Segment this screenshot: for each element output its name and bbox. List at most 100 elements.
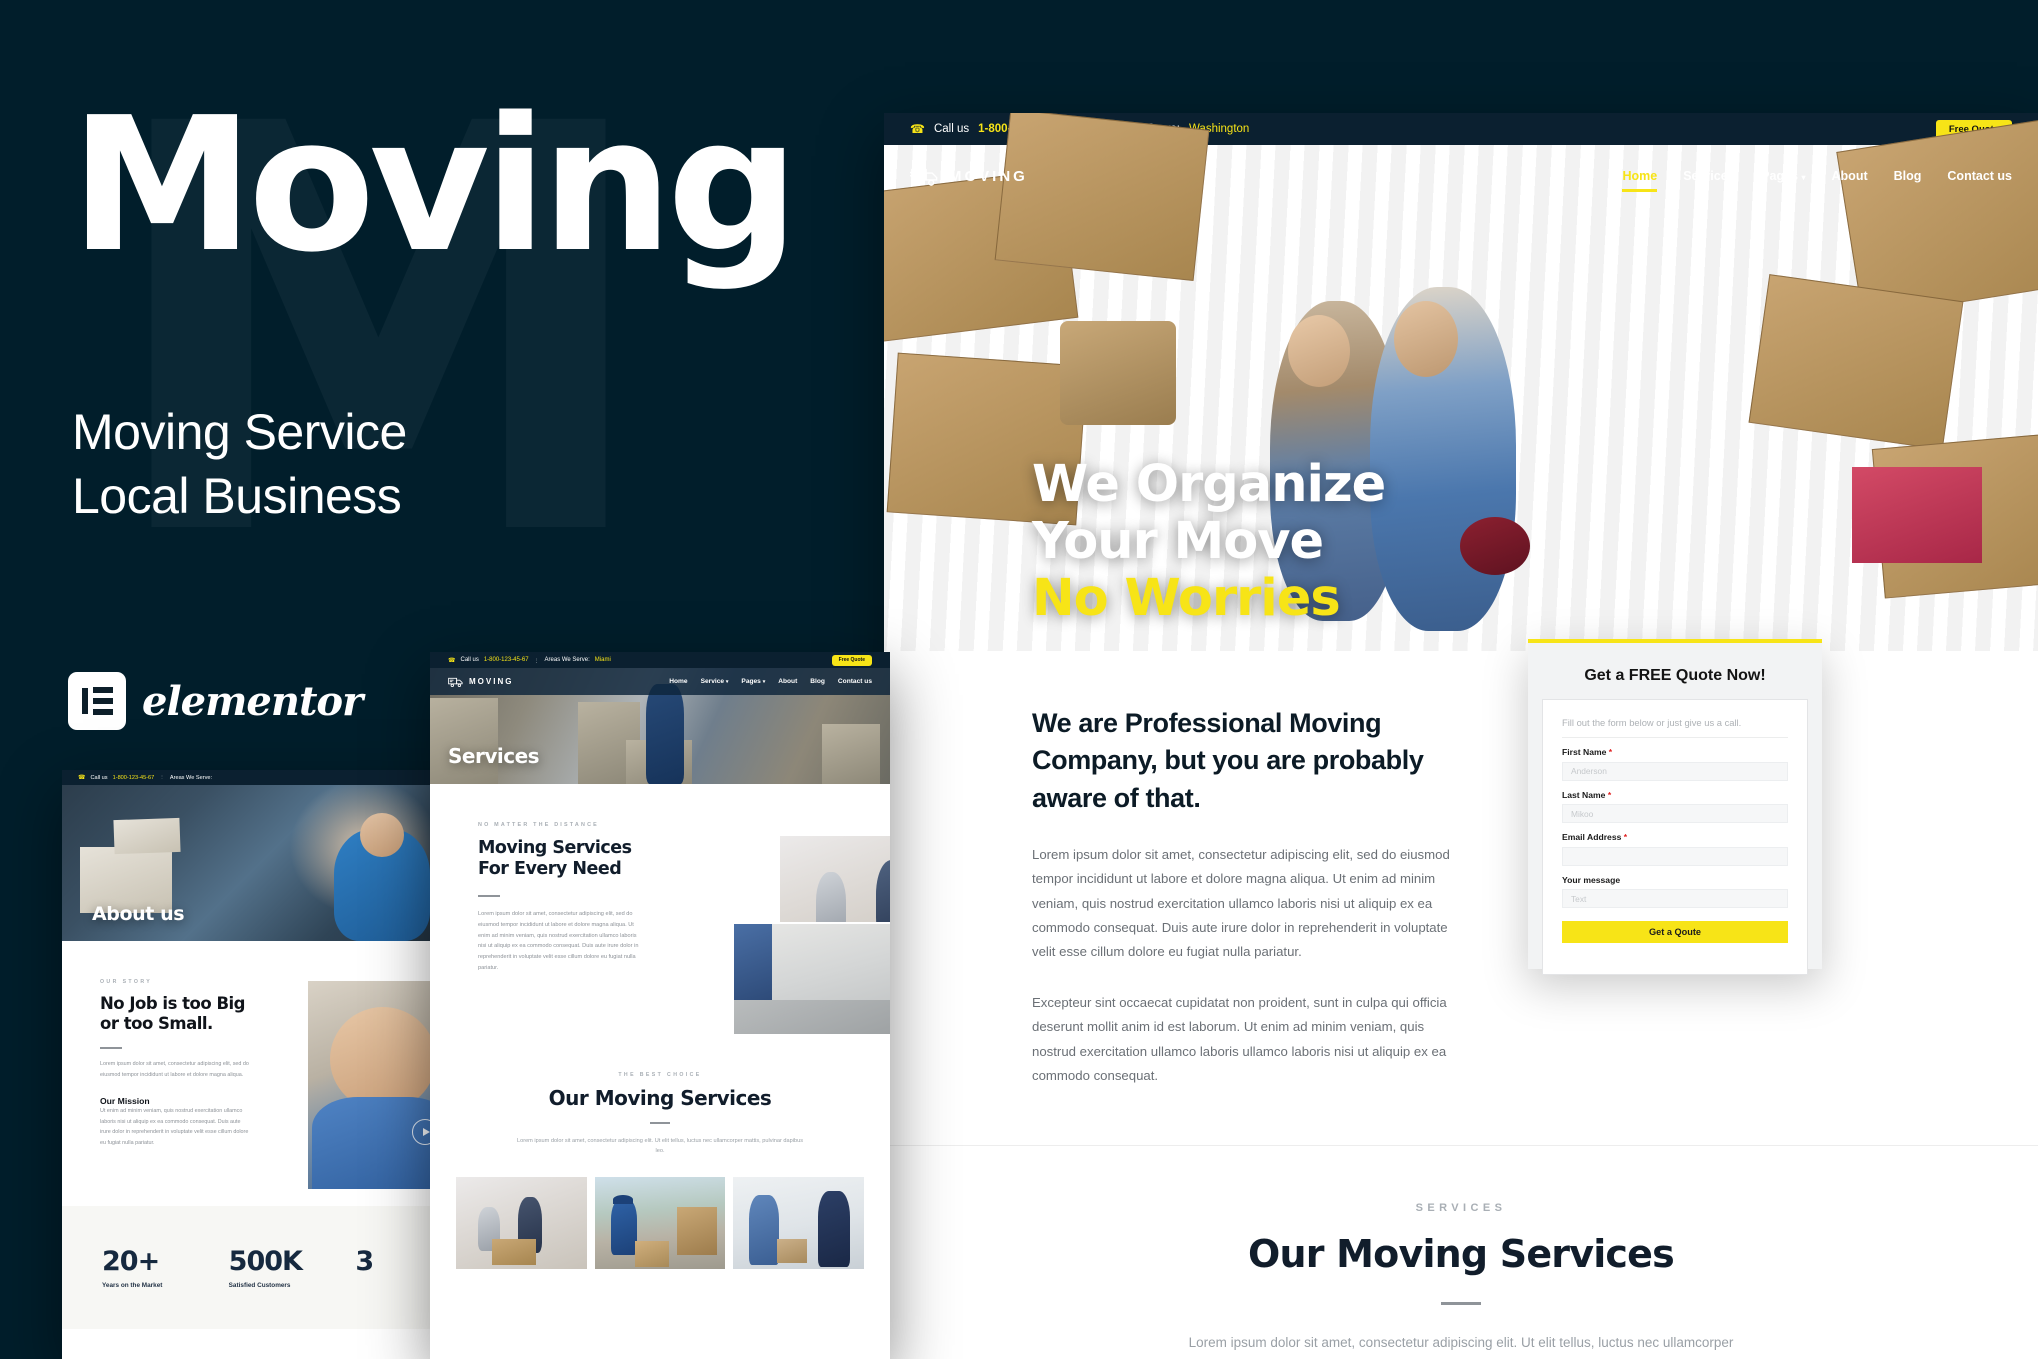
main-navbar: MOVING Home Service ▾ Pages ▾ About Blog…: [884, 145, 2038, 207]
hero-line-1: We Organize: [1032, 454, 1386, 514]
stat-label: Years on the Market: [102, 1282, 163, 1289]
main-intro-paragraph-1: Lorem ipsum dolor sit amet, consectetur …: [1032, 846, 1450, 960]
nav-item-about[interactable]: About: [778, 678, 797, 685]
label-your-message: Your message: [1562, 874, 1621, 885]
about-topbar: ☎ Call us 1-800-123-45-67 ⋮ Areas We Ser…: [62, 770, 482, 785]
service-card-packing[interactable]: [456, 1176, 587, 1269]
services-free-quote-button[interactable]: Free Quote: [831, 654, 872, 666]
label-first-name: First Name *: [1562, 747, 1613, 757]
email-address-input[interactable]: [1562, 846, 1788, 866]
moving-truck-icon: [448, 676, 464, 688]
services-list-subtitle: Lorem ipsum dolor sit amet, consectetur …: [516, 1138, 804, 1155]
main-hero-photo: MOVING Home Service ▾ Pages ▾ About Blog…: [884, 113, 2038, 651]
dots-separator-icon: ⋮: [533, 657, 540, 664]
nav-item-service[interactable]: Service ▾: [1683, 169, 1735, 183]
main-services-title: Our Moving Services: [1248, 1231, 1675, 1276]
stat-label: Satisfied Customers: [228, 1282, 291, 1289]
phone-icon: ☎: [448, 657, 456, 664]
about-heading-line1: No Job is too Big: [100, 994, 246, 1013]
label-last-name: Last Name *: [1562, 789, 1612, 800]
moving-truck-icon: [910, 166, 940, 187]
chevron-down-icon: ▾: [1731, 173, 1736, 182]
about-hero-title: About us: [92, 903, 185, 925]
first-name-input[interactable]: [1562, 761, 1788, 781]
hero-line-3: No Worries: [1032, 568, 1341, 628]
elementor-logo: elementor: [68, 672, 363, 730]
quote-form-title: Get a FREE Quote Now!: [1584, 667, 1766, 684]
nav-item-pages[interactable]: Pages ▾: [741, 678, 765, 685]
main-call-label: Call us: [933, 123, 970, 135]
stat-number: 500K: [228, 1246, 303, 1277]
quote-form-card[interactable]: Get a FREE Quote Now! Fill out the form …: [1528, 639, 1822, 975]
main-services-eyebrow: SERVICES: [1415, 1201, 1507, 1214]
your-message-input[interactable]: [1562, 889, 1788, 908]
brand-subtitle: Moving Service Local Business: [72, 400, 407, 528]
nav-item-blog[interactable]: Blog: [1894, 169, 1922, 183]
services-areas-label: Areas We Serve:: [544, 657, 590, 663]
services-area: Miami: [594, 657, 611, 663]
services-phone[interactable]: 1-800-123-45-67: [484, 657, 529, 663]
services-topbar: ☎ Call us 1-800-123-45-67 ⋮ Areas We Ser…: [430, 652, 890, 668]
stat-item: 20+ Years on the Market: [102, 1246, 229, 1289]
field-last-name: Last Name *: [1562, 789, 1788, 823]
main-body: We are Professional Moving Company, but …: [884, 651, 2038, 1145]
services-list-title: Our Moving Services: [548, 1086, 772, 1110]
nav-item-contact[interactable]: Contact us: [838, 678, 872, 685]
main-hero-heading: We Organize Your Move No Worries: [1032, 454, 1386, 628]
label-email-address: Email Address *: [1562, 832, 1628, 842]
services-call-label: Call us: [460, 657, 479, 663]
main-nav: Home Service ▾ Pages ▾ About Blog Contac…: [1622, 169, 2012, 192]
service-card-delivery[interactable]: [594, 1176, 726, 1269]
nav-item-contact[interactable]: Contact us: [1947, 169, 2012, 183]
brand-subtitle-line1: Moving Service: [72, 404, 407, 460]
home-page-mockup[interactable]: ☎ Call us 1-800-123-45-67 ⋮ Areas We Ser…: [884, 113, 2038, 1359]
services-eyebrow: NO MATTER THE DISTANCE: [478, 822, 599, 828]
services-logo[interactable]: MOVING: [448, 676, 513, 688]
field-email-address: Email Address *: [1562, 832, 1788, 866]
nav-item-service[interactable]: Service ▾: [701, 678, 729, 685]
main-services-section: SERVICES Our Moving Services Lorem ipsum…: [884, 1146, 2038, 1359]
main-services-subtitle: Lorem ipsum dolor sit amet, consectetur …: [1188, 1334, 1734, 1350]
quote-form-inner: Fill out the form below or just give us …: [1542, 699, 1808, 975]
required-marker: *: [1605, 789, 1612, 800]
main-logo[interactable]: MOVING: [910, 166, 1028, 187]
page-title: Moving: [70, 77, 799, 293]
services-hero-title: Services: [448, 744, 540, 768]
last-name-input[interactable]: [1562, 804, 1788, 823]
services-intro-section: NO MATTER THE DISTANCE Moving Services F…: [430, 784, 890, 1046]
nav-item-home[interactable]: Home: [669, 678, 687, 685]
services-list-section: THE BEST CHOICE Our Moving Services Lore…: [430, 1046, 890, 1269]
nav-item-about[interactable]: About: [1832, 169, 1868, 183]
elementor-mark-icon: [68, 672, 126, 730]
main-intro-heading: We are Professional Moving Company, but …: [1032, 708, 1424, 813]
chevron-down-icon: ▾: [762, 679, 766, 685]
get-a-quote-button[interactable]: Get a Qoute: [1562, 921, 1788, 943]
hero-line-2: Your Move: [1032, 511, 1324, 571]
phone-icon: ☎: [910, 122, 925, 136]
field-your-message: Your message: [1562, 874, 1788, 908]
stat-item: 500K Satisfied Customers: [229, 1246, 356, 1289]
about-phone[interactable]: 1-800-123-45-67: [113, 775, 155, 781]
services-nav: Home Service ▾ Pages ▾ About Blog Contac…: [669, 678, 872, 685]
about-rule: [100, 1047, 122, 1050]
elementor-wordmark: elementor: [142, 677, 363, 725]
required-marker: *: [1606, 747, 1613, 757]
about-mission-paragraph: Ut enim ad minim veniam, quis nostrud ex…: [100, 1108, 249, 1146]
about-paragraph: Lorem ipsum dolor sit amet, consectetur …: [100, 1061, 249, 1078]
about-heading-line2: or too Small.: [100, 1014, 213, 1034]
services-rule: [478, 894, 500, 897]
stat-number: 20+: [102, 1246, 160, 1277]
about-call-label: Call us: [90, 774, 108, 781]
nav-item-home[interactable]: Home: [1622, 169, 1657, 192]
about-page-mockup[interactable]: ☎ Call us 1-800-123-45-67 ⋮ Areas We Ser…: [62, 770, 482, 1359]
services-page-mockup[interactable]: ☎ Call us 1-800-123-45-67 ⋮ Areas We Ser…: [430, 652, 890, 1359]
main-services-rule: [1441, 1301, 1481, 1305]
dots-separator-icon: ⋮: [159, 774, 165, 781]
nav-item-pages[interactable]: Pages ▾: [1761, 169, 1805, 183]
services-navbar: MOVING Home Service ▾ Pages ▾ About Blog…: [430, 668, 890, 695]
service-card-handover[interactable]: [733, 1176, 865, 1269]
nav-item-blog[interactable]: Blog: [810, 678, 825, 685]
section-divider: [884, 1144, 2038, 1146]
chevron-down-icon: ▾: [1801, 173, 1806, 182]
brand-subtitle-line2: Local Business: [72, 468, 402, 524]
